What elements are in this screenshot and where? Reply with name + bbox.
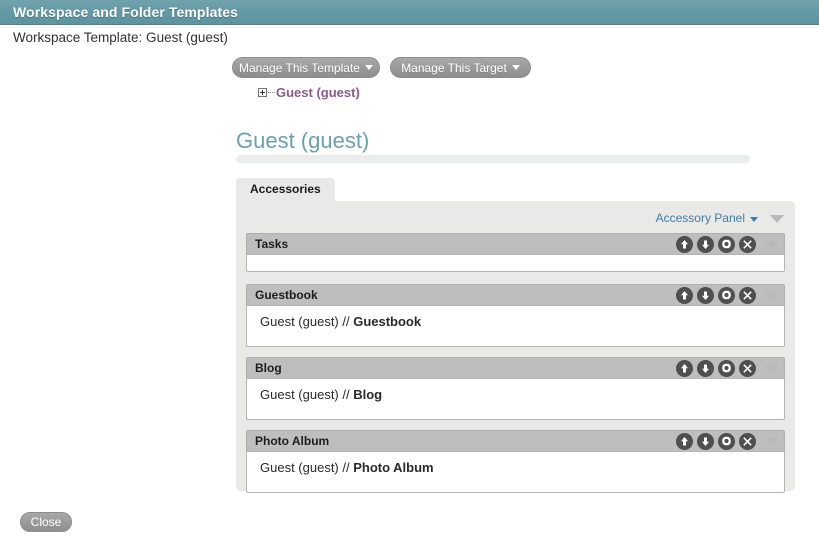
accessory-panel-toolbar: Accessory Panel — [656, 211, 784, 225]
chevron-down-icon — [511, 65, 520, 71]
move-down-icon[interactable] — [697, 360, 714, 377]
section-tools — [676, 433, 778, 450]
move-up-icon[interactable] — [676, 360, 693, 377]
collapse-triangle-icon[interactable] — [764, 291, 778, 300]
heading-divider — [236, 155, 750, 163]
section-guestbook: Guestbook Guest (guest) // Guestbook — [246, 284, 785, 347]
accessory-path-prefix: Guest (guest) // — [260, 460, 354, 475]
section-title: Tasks — [255, 237, 289, 251]
manage-this-template-button[interactable]: Manage This Template — [232, 57, 380, 78]
close-icon[interactable] — [739, 236, 756, 253]
accessory-path: Guest (guest) // Guestbook — [260, 314, 421, 329]
tree-connector — [268, 91, 275, 94]
gear-icon[interactable] — [718, 433, 735, 450]
manage-this-target-button[interactable]: Manage This Target — [390, 57, 531, 78]
move-up-icon[interactable] — [676, 287, 693, 304]
section-header: Blog — [246, 357, 785, 378]
accessory-path-prefix: Guest (guest) // — [260, 387, 354, 402]
tab-accessories[interactable]: Accessories — [236, 178, 335, 201]
close-icon[interactable] — [739, 360, 756, 377]
window-title: Workspace and Folder Templates — [13, 4, 238, 20]
accessory-path-name: Photo Album — [353, 460, 434, 475]
section-body: Guest (guest) // Photo Album — [246, 451, 785, 493]
accessory-path-name: Blog — [353, 387, 383, 402]
manage-this-template-label: Manage This Template — [239, 61, 360, 75]
collapse-triangle-icon[interactable] — [764, 437, 778, 446]
chevron-down-icon — [364, 65, 373, 71]
collapse-triangle-icon[interactable] — [764, 240, 778, 249]
section-header: Photo Album — [246, 430, 785, 451]
section-tools — [676, 287, 778, 304]
section-title: Photo Album — [255, 434, 330, 448]
collapse-triangle-icon[interactable] — [770, 215, 784, 223]
move-down-icon[interactable] — [697, 433, 714, 450]
section-tools — [676, 236, 778, 253]
expand-plus-icon[interactable] — [258, 88, 267, 97]
section-blog: Blog Guest (guest) // Blog — [246, 357, 785, 420]
accessory-panel-link[interactable]: Accessory Panel — [656, 211, 745, 225]
accessory-path: Guest (guest) // Blog — [260, 387, 382, 402]
accessory-path-prefix: Guest (guest) // — [260, 314, 354, 329]
close-icon[interactable] — [739, 433, 756, 450]
section-title: Blog — [255, 361, 282, 375]
accessories-panel: Accessory Panel Tasks Guestbook Guest (g… — [236, 201, 795, 493]
template-tree: Guest (guest) — [258, 85, 360, 100]
section-tasks: Tasks — [246, 233, 785, 272]
gear-icon[interactable] — [718, 287, 735, 304]
tree-node-guest[interactable]: Guest (guest) — [276, 85, 360, 100]
section-body: Guest (guest) // Guestbook — [246, 305, 785, 347]
section-body — [246, 254, 785, 272]
move-down-icon[interactable] — [697, 236, 714, 253]
move-up-icon[interactable] — [676, 433, 693, 450]
section-title: Guestbook — [255, 288, 318, 302]
move-up-icon[interactable] — [676, 236, 693, 253]
section-header: Guestbook — [246, 284, 785, 305]
manage-this-target-label: Manage This Target — [401, 61, 507, 75]
collapse-triangle-icon[interactable] — [764, 364, 778, 373]
accessory-path: Guest (guest) // Photo Album — [260, 460, 434, 475]
section-body: Guest (guest) // Blog — [246, 378, 785, 420]
section-tools — [676, 360, 778, 377]
page-title: Guest (guest) — [236, 128, 370, 153]
gear-icon[interactable] — [718, 236, 735, 253]
workspace-template-subtitle: Workspace Template: Guest (guest) — [13, 30, 228, 45]
close-button[interactable]: Close — [20, 512, 72, 532]
section-header: Tasks — [246, 233, 785, 254]
section-photo-album: Photo Album Guest (guest) // Photo Album — [246, 430, 785, 493]
move-down-icon[interactable] — [697, 287, 714, 304]
gear-icon[interactable] — [718, 360, 735, 377]
close-icon[interactable] — [739, 287, 756, 304]
accessory-path-name: Guestbook — [353, 314, 422, 329]
chevron-down-icon[interactable] — [750, 216, 758, 222]
window-titlebar: Workspace and Folder Templates — [0, 0, 819, 25]
